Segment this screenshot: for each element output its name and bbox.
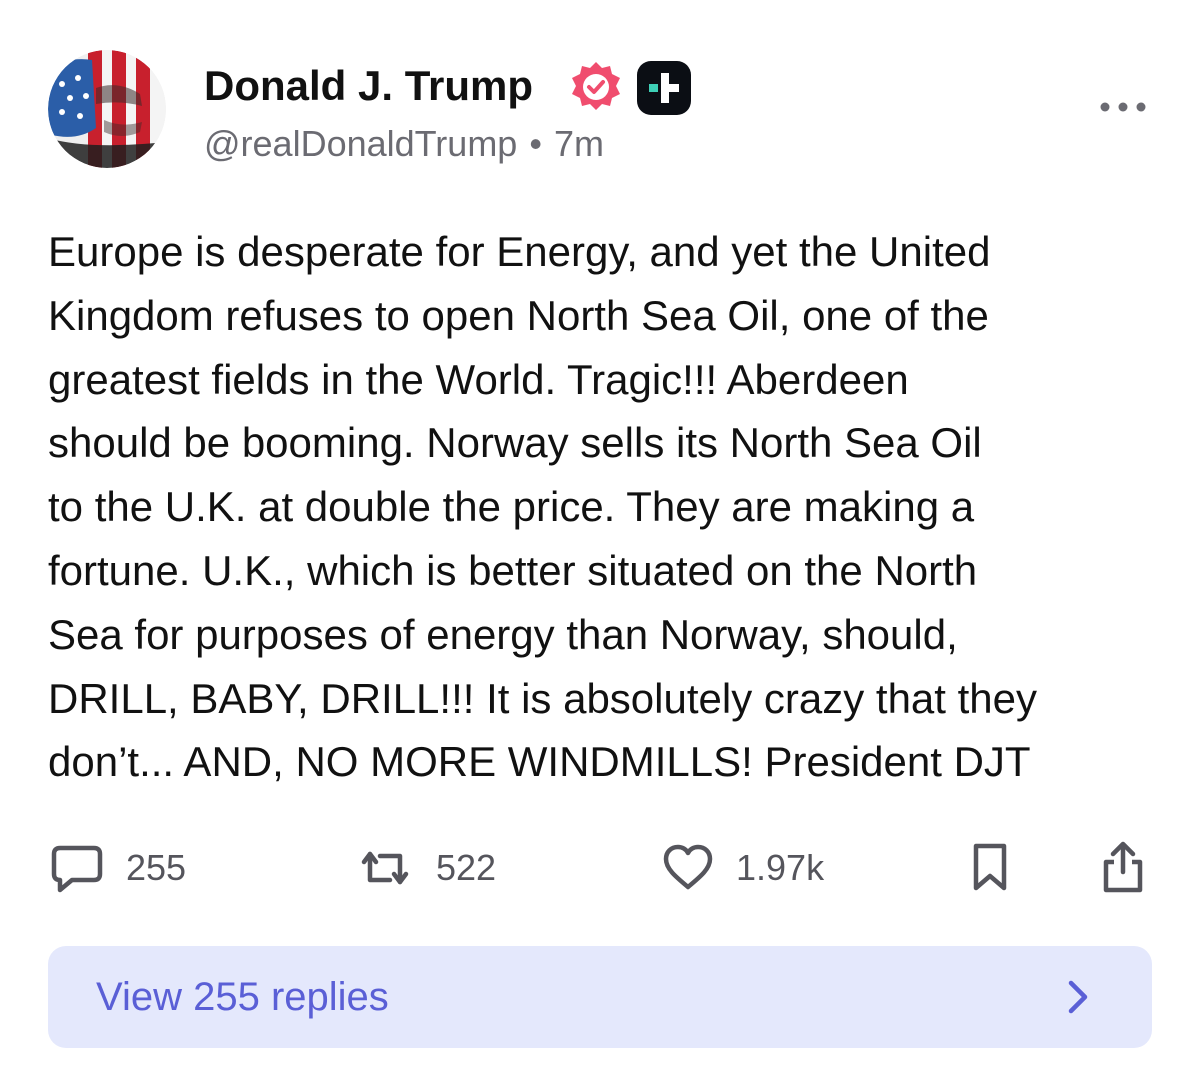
plus-glyph-icon [649, 73, 679, 103]
retruth-button[interactable]: 522 [356, 838, 496, 898]
author-avatar[interactable] [48, 50, 166, 168]
heart-icon [663, 844, 713, 890]
reply-count: 255 [126, 847, 187, 888]
retruth-count: 522 [436, 847, 497, 888]
like-button[interactable]: 1.97k [662, 838, 824, 898]
bookmark-button[interactable] [968, 838, 1012, 898]
meta-separator: • [529, 123, 542, 164]
more-options-icon[interactable] [1098, 92, 1148, 122]
share-button[interactable] [1098, 838, 1148, 898]
avatar-image [48, 50, 166, 168]
post-body: Europe is desperate for Energy, and yet … [48, 228, 1038, 786]
retruth-icon [361, 851, 409, 885]
view-replies-label: View 255 replies [96, 975, 389, 1019]
author-name[interactable]: Donald J. Trump [204, 60, 533, 112]
post-timestamp[interactable]: 7m [554, 123, 604, 164]
verified-badge-icon [572, 62, 620, 110]
bookmark-icon [973, 843, 1007, 891]
view-replies-button[interactable]: View 255 replies [48, 946, 1152, 1048]
reply-icon [51, 845, 103, 893]
like-count: 1.97k [736, 847, 825, 888]
reply-button[interactable]: 255 [50, 838, 186, 898]
chevron-right-icon [1068, 980, 1088, 1014]
share-icon [1103, 841, 1143, 893]
author-meta: @realDonaldTrump • 7m [204, 121, 604, 167]
author-handle[interactable]: @realDonaldTrump [204, 123, 517, 164]
truth-plus-icon [637, 61, 691, 115]
